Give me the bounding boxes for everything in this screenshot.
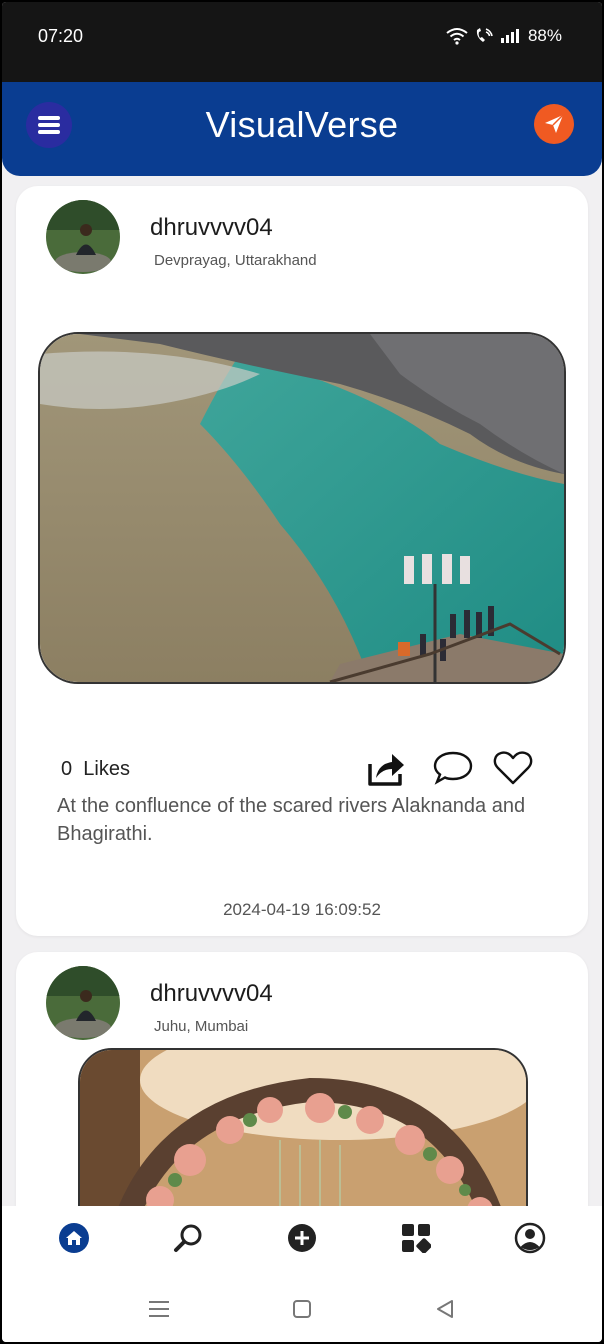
app-header: VisualVerse [2, 82, 602, 176]
signal-icon [500, 29, 519, 43]
app-title: VisualVerse [205, 104, 399, 145]
avatar[interactable] [46, 966, 120, 1040]
grid-icon [402, 1224, 431, 1253]
post-feed[interactable]: dhruvvvv04 Devprayag, Uttarakhand 0 Like… [2, 176, 602, 1206]
post-timestamp: 2024-04-19 16:09:52 [223, 900, 381, 919]
search-icon [174, 1224, 202, 1252]
likes-number: 0 [61, 758, 73, 780]
post-caption: At the confluence of the scared rivers A… [57, 795, 526, 845]
paper-plane-icon [545, 114, 564, 133]
wifi-call-icon [476, 28, 493, 42]
profile-icon [514, 1222, 546, 1254]
post-card: dhruvvvv04 Juhu, Mumbai [16, 952, 588, 1206]
heart-icon [493, 751, 533, 785]
add-icon [288, 1224, 316, 1252]
system-back-button[interactable] [430, 1294, 460, 1324]
comment-button[interactable] [432, 748, 474, 788]
back-icon [437, 1300, 453, 1318]
phone-screen: 07:20 88% VisualVerse dhruvvvv04 Devpray… [2, 2, 602, 1342]
avatar-image [46, 200, 120, 274]
nav-profile[interactable] [512, 1220, 548, 1256]
post-username[interactable]: dhruvvvv04 [150, 214, 273, 242]
river-confluence-photo [40, 334, 564, 682]
system-recents-button[interactable] [144, 1294, 174, 1324]
post-card: dhruvvvv04 Devprayag, Uttarakhand 0 Like… [16, 186, 588, 936]
recents-icon [149, 1301, 169, 1317]
avatar-image [46, 966, 120, 1040]
nav-add-post[interactable] [284, 1220, 320, 1256]
avatar[interactable] [46, 200, 120, 274]
messages-button[interactable] [534, 104, 574, 144]
share-icon [368, 754, 404, 786]
share-button[interactable] [366, 748, 406, 788]
status-time: 07:20 [38, 26, 84, 46]
status-bar: 07:20 88% [2, 2, 602, 82]
wifi-icon [446, 28, 468, 45]
nav-explore[interactable] [398, 1220, 434, 1256]
post-image[interactable] [38, 332, 566, 684]
like-button[interactable] [492, 748, 534, 788]
home-icon [59, 1223, 89, 1253]
nav-home[interactable] [56, 1220, 92, 1256]
system-home-icon [293, 1300, 311, 1318]
comment-icon [433, 751, 473, 785]
post-location: Devprayag, Uttarakhand [154, 252, 317, 269]
post-image[interactable] [78, 1048, 528, 1206]
post-location: Juhu, Mumbai [154, 1018, 249, 1035]
nav-search[interactable] [170, 1220, 206, 1256]
likes-label: Likes [83, 758, 130, 780]
battery-level: 88% [527, 26, 562, 45]
likes-count: 0 Likes [61, 758, 130, 781]
post-username[interactable]: dhruvvvv04 [150, 980, 273, 1008]
system-home-button[interactable] [287, 1294, 317, 1324]
floral-arch-photo [80, 1050, 526, 1206]
status-indicators: 88% [446, 26, 562, 46]
